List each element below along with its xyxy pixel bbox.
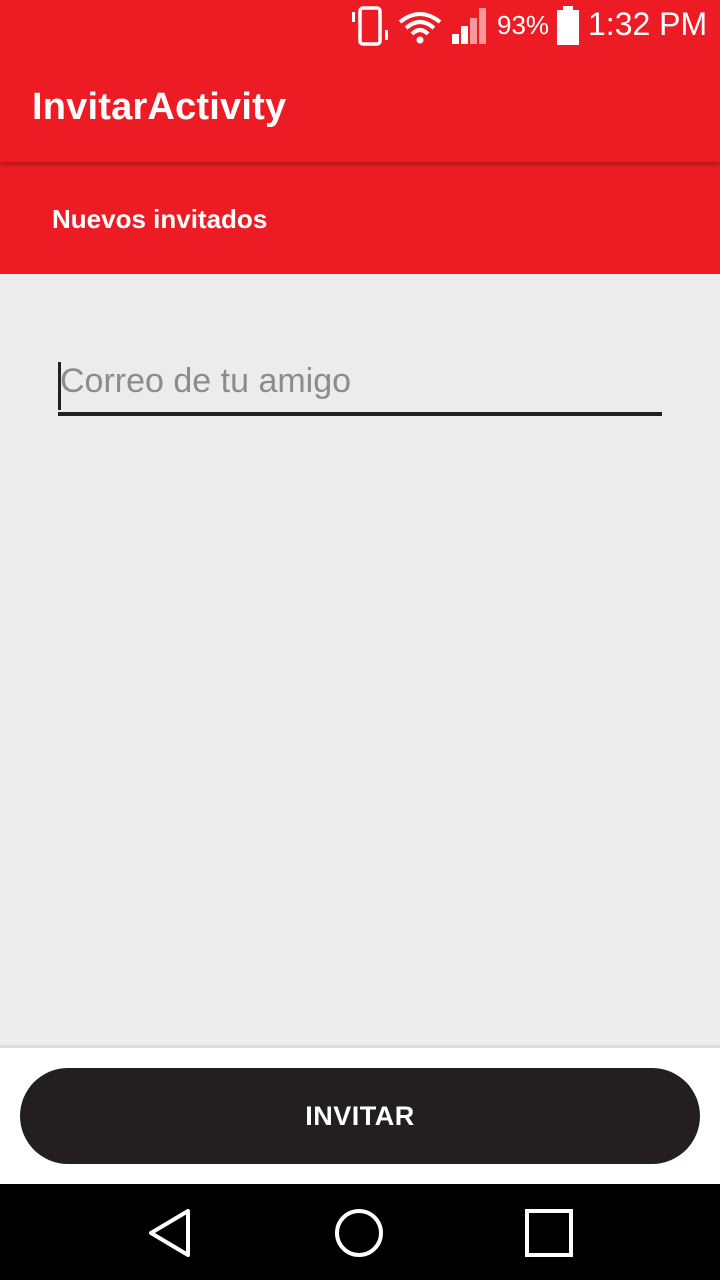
home-icon[interactable] (334, 1208, 384, 1263)
clock: 1:32 PM (588, 6, 708, 42)
status-bar: 93% 1:32 PM (0, 0, 720, 52)
battery-icon (556, 6, 580, 51)
battery-percent: 93% (497, 10, 550, 40)
signal-icon (450, 6, 492, 51)
email-field[interactable] (58, 358, 662, 416)
tab-bar: Nuevos invitados (0, 162, 720, 274)
text-cursor (58, 362, 61, 410)
navigation-bar (0, 1184, 720, 1280)
back-icon[interactable] (146, 1208, 194, 1263)
tab-nuevos-invitados[interactable]: Nuevos invitados (52, 204, 267, 235)
invite-button[interactable]: INVITAR (20, 1068, 700, 1164)
wifi-icon (398, 10, 442, 49)
app-title: InvitarActivity (32, 86, 287, 128)
recents-icon[interactable] (524, 1208, 574, 1263)
app-bar: InvitarActivity (0, 52, 720, 162)
vibrate-icon (350, 6, 390, 51)
